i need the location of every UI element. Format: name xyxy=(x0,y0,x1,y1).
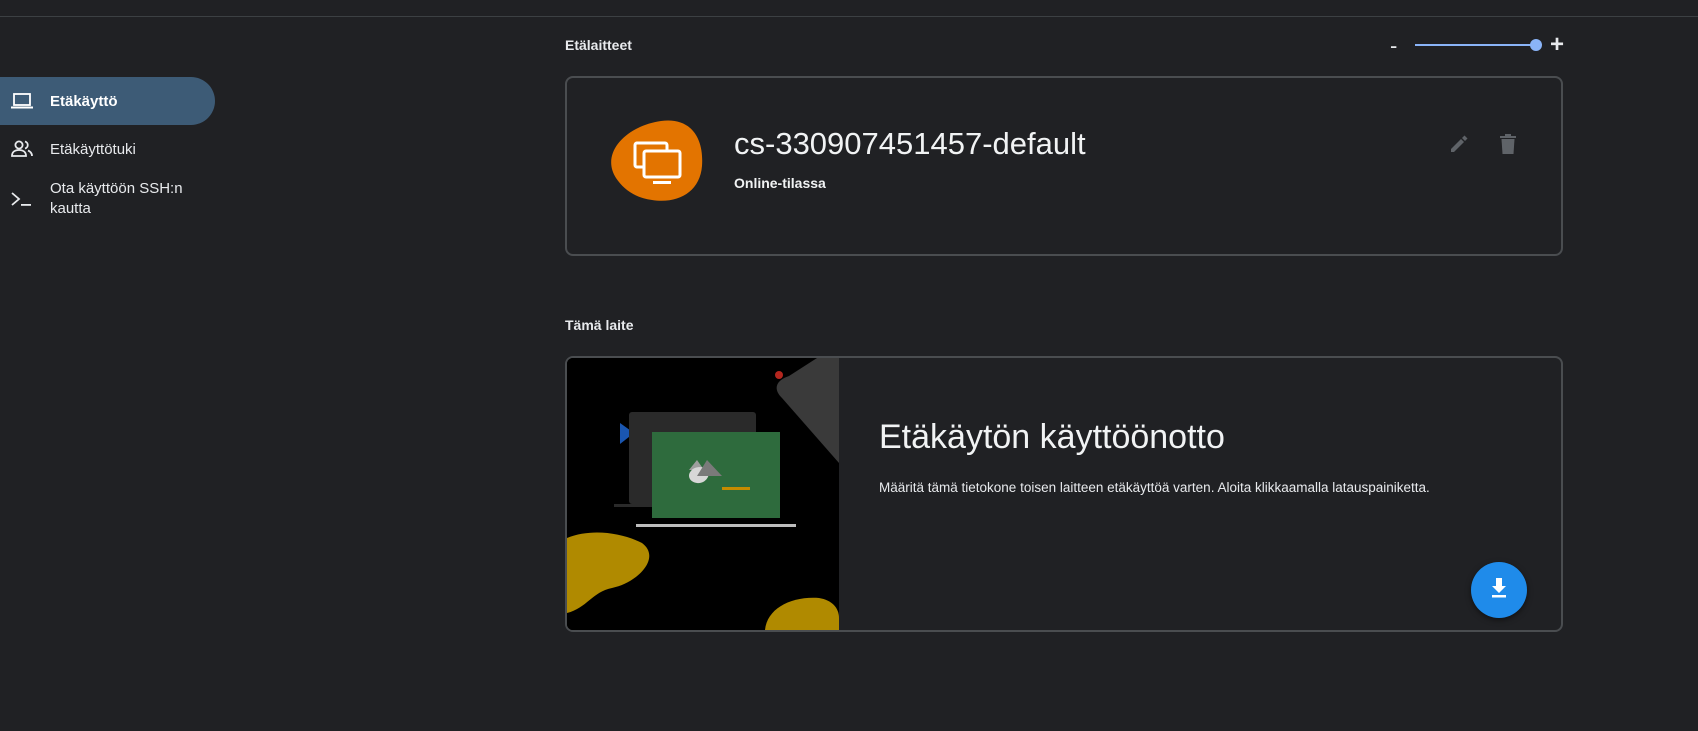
setup-illustration xyxy=(567,358,839,630)
download-icon xyxy=(1490,577,1508,603)
device-name: cs-330907451457-default xyxy=(734,126,1086,161)
zoom-slider-thumb[interactable] xyxy=(1530,39,1542,51)
sidebar-item-ssh-setup[interactable]: Ota käyttöön SSH:n kautta xyxy=(0,173,215,225)
section-title-remote-devices: Etälaitteet xyxy=(565,37,632,53)
laptop-icon xyxy=(10,89,34,113)
zoom-slider[interactable] xyxy=(1415,39,1542,51)
remote-desktop-icon xyxy=(606,118,704,204)
setup-description: Määritä tämä tietokone toisen laitteen e… xyxy=(879,480,1430,495)
sidebar-item-remote-access[interactable]: Etäkäyttö xyxy=(0,77,215,125)
sidebar-item-label: Etäkäyttö xyxy=(50,92,118,110)
top-divider xyxy=(0,16,1698,17)
sidebar-item-label: Ota käyttöön SSH:n kautta xyxy=(50,180,183,217)
zoom-out-button[interactable]: - xyxy=(1390,33,1397,59)
device-card[interactable]: cs-330907451457-default Online-tilassa xyxy=(565,76,1563,256)
people-icon xyxy=(10,137,34,161)
sidebar-item-remote-support[interactable]: Etäkäyttötuki xyxy=(0,125,215,173)
setup-card: Etäkäytön käyttöönotto Määritä tämä tiet… xyxy=(565,356,1563,632)
edit-icon[interactable] xyxy=(1447,132,1471,156)
delete-icon[interactable] xyxy=(1496,132,1520,156)
terminal-icon xyxy=(10,187,34,211)
sidebar: Etäkäyttö Etäkäyttötuki Ota käyttöön SSH… xyxy=(0,77,215,225)
zoom-in-button[interactable]: + xyxy=(1550,31,1564,59)
setup-title: Etäkäytön käyttöönotto xyxy=(879,418,1225,456)
section-title-this-device: Tämä laite xyxy=(565,317,634,333)
device-status: Online-tilassa xyxy=(734,175,826,191)
zoom-control: - + xyxy=(1386,31,1564,59)
sidebar-item-label: Etäkäyttötuki xyxy=(50,140,136,158)
download-button[interactable] xyxy=(1471,562,1527,618)
